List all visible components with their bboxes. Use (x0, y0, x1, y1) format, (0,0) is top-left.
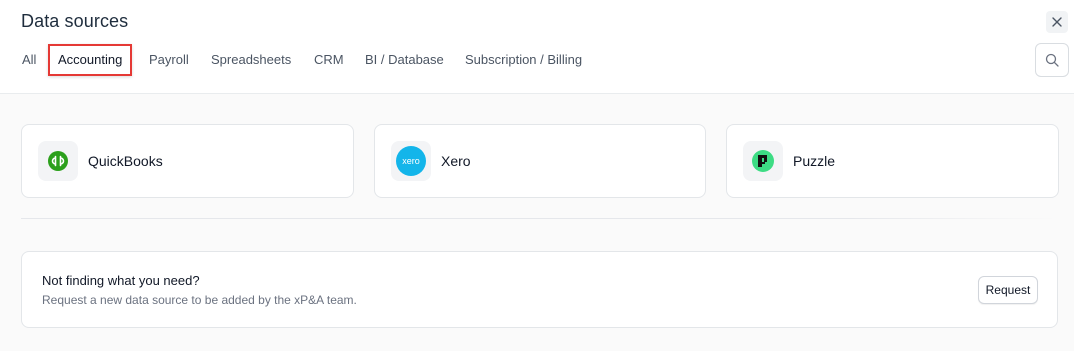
source-card-xero[interactable]: xero Xero (374, 124, 706, 198)
request-button[interactable]: Request (978, 276, 1038, 304)
divider (21, 218, 1058, 219)
close-icon (1052, 17, 1062, 27)
request-subtitle: Request a new data source to be added by… (42, 293, 357, 307)
page-title: Data sources (21, 11, 129, 31)
source-card-quickbooks[interactable]: QuickBooks (21, 124, 354, 198)
quickbooks-logo-container (38, 141, 78, 181)
quickbooks-logo-icon (48, 151, 68, 171)
tab-subscription-billing[interactable]: Subscription / Billing (465, 44, 582, 76)
tab-all[interactable]: All (22, 44, 36, 76)
source-name: Xero (441, 153, 471, 169)
svg-text:xero: xero (402, 156, 420, 166)
xero-logo-icon: xero (396, 146, 426, 176)
source-card-puzzle[interactable]: Puzzle (726, 124, 1059, 198)
xero-logo-container: xero (391, 141, 431, 181)
header: Data sources All Accounting Payroll Spre… (0, 0, 1074, 94)
source-name: QuickBooks (88, 153, 163, 169)
close-button[interactable] (1046, 11, 1068, 33)
tab-accounting[interactable]: Accounting (48, 44, 133, 76)
tab-bi-database[interactable]: BI / Database (365, 44, 444, 76)
tab-crm[interactable]: CRM (314, 44, 344, 76)
request-panel: Not finding what you need? Request a new… (21, 251, 1058, 328)
source-name: Puzzle (793, 153, 836, 169)
tab-payroll[interactable]: Payroll (149, 44, 189, 76)
search-icon (1045, 53, 1059, 67)
search-button[interactable] (1035, 43, 1069, 77)
request-title: Not finding what you need? (42, 273, 200, 288)
puzzle-logo-icon (752, 150, 774, 172)
puzzle-logo-container (743, 141, 783, 181)
tab-spreadsheets[interactable]: Spreadsheets (211, 44, 291, 76)
